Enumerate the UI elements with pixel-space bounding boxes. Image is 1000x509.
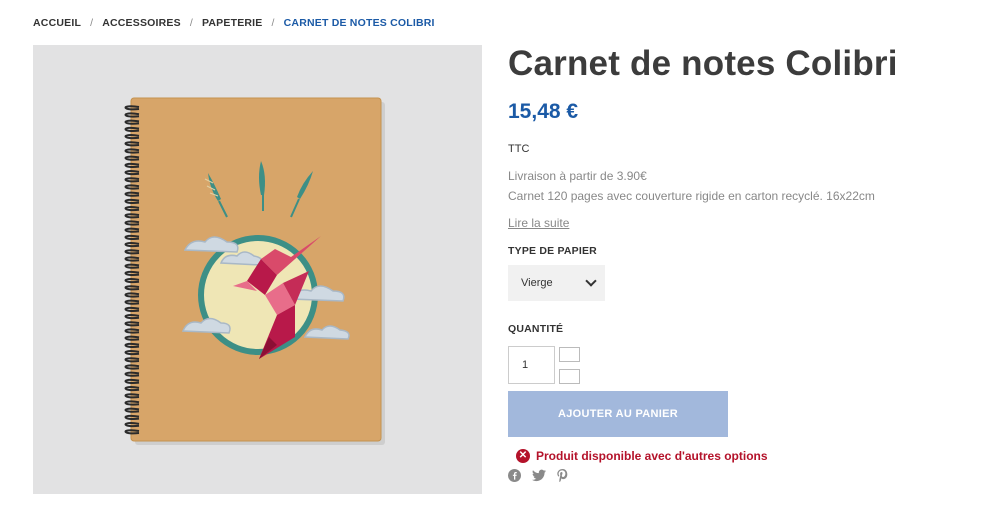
twitter-icon[interactable] [532, 469, 546, 487]
product-title: Carnet de notes Colibri [508, 44, 898, 83]
paper-type-label: TYPE DE PAPIER [508, 245, 597, 257]
quantity-increment-button[interactable] [559, 347, 580, 362]
add-to-cart-button[interactable]: AJOUTER AU PANIER [508, 391, 728, 437]
facebook-icon[interactable] [508, 469, 521, 487]
breadcrumb-separator: / [271, 17, 275, 29]
product-info: Carnet de notes Colibri 15,48 € TTC Livr… [508, 44, 968, 487]
availability-message: Produit disponible avec d'autres options [536, 449, 768, 463]
read-more-link[interactable]: Lire la suite [508, 216, 569, 230]
availability-notice: ✕ Produit disponible avec d'autres optio… [516, 449, 968, 463]
breadcrumb-current: CARNET DE NOTES COLIBRI [283, 17, 435, 29]
tax-label: TTC [508, 143, 530, 155]
breadcrumb-separator: / [90, 17, 94, 29]
product-image[interactable] [33, 45, 482, 494]
error-icon: ✕ [516, 449, 530, 463]
pinterest-icon[interactable] [557, 469, 568, 487]
quantity-stepper: 1 [508, 346, 968, 384]
description-text: Carnet 120 pages avec couverture rigide … [508, 189, 875, 203]
quantity-label: QUANTITÉ [508, 323, 564, 335]
quantity-input[interactable]: 1 [508, 346, 555, 384]
breadcrumb-separator: / [189, 17, 193, 29]
delivery-info: Livraison à partir de 3.90€ [508, 169, 647, 183]
breadcrumb-item-accessoires[interactable]: ACCESSOIRES [102, 17, 181, 29]
breadcrumb-item-papeterie[interactable]: PAPETERIE [202, 17, 263, 29]
notebook-illustration [124, 97, 385, 445]
social-share [508, 469, 968, 487]
product-price: 15,48 € [508, 100, 579, 123]
paper-type-value: Vierge [521, 277, 553, 289]
chevron-down-icon [585, 275, 597, 287]
breadcrumb: ACCUEIL / ACCESSOIRES / PAPETERIE / CARN… [33, 17, 435, 29]
product-description: Livraison à partir de 3.90€ Carnet 120 p… [508, 166, 968, 206]
breadcrumb-item-accueil[interactable]: ACCUEIL [33, 17, 81, 29]
paper-type-select[interactable]: Vierge [508, 265, 605, 301]
quantity-decrement-button[interactable] [559, 369, 580, 384]
